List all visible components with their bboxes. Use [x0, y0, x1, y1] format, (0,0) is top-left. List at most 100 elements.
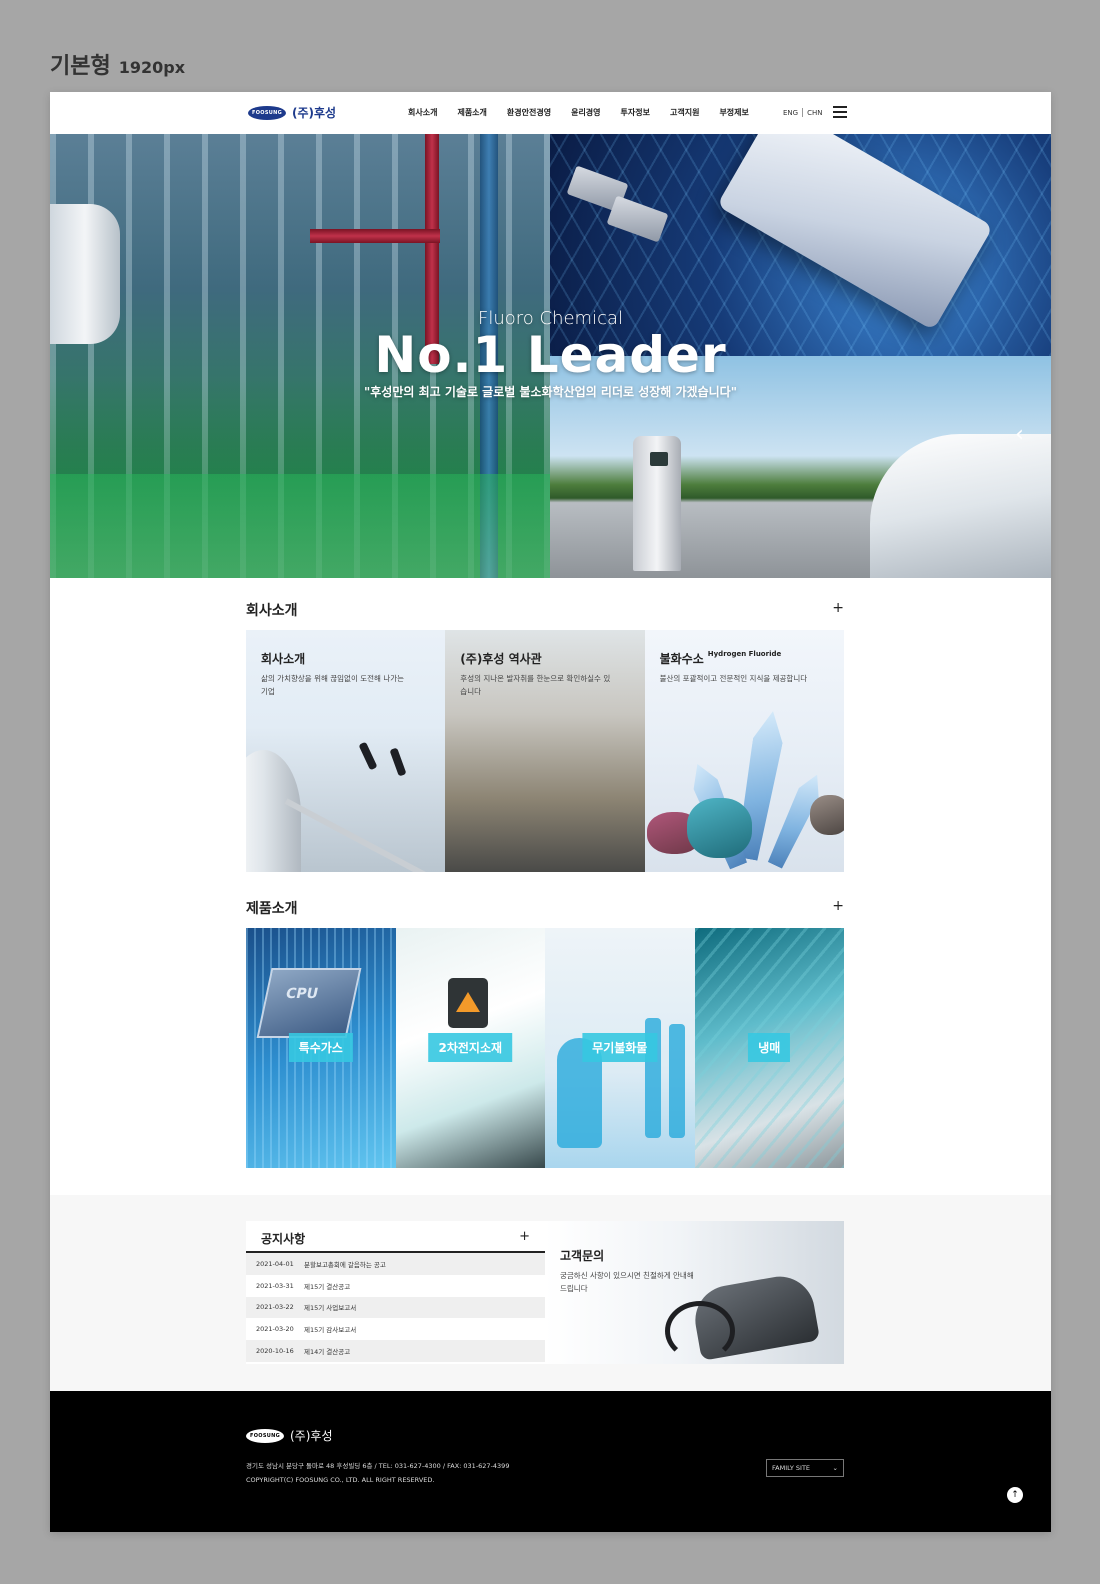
notice-text: 제15기 결산공고: [304, 1282, 351, 1291]
product-card-refrigerant[interactable]: 냉매: [694, 928, 844, 1168]
lang-divider: [802, 108, 804, 117]
notice-header: 공지사항 +: [246, 1221, 545, 1253]
canvas-label-size: 1920px: [118, 58, 186, 77]
family-site-label: FAMILY SITE: [772, 1464, 811, 1472]
card-title: 불화수소 Hydrogen Fluoride: [660, 650, 782, 667]
plus-icon[interactable]: +: [832, 600, 844, 616]
hero-description: "후성만의 최고 기술로 글로벌 불소화학산업의 리더로 성장해 가겠습니다": [364, 385, 737, 399]
site-header: FOOSUNG (주)후성 회사소개 제품소개 환경안전경영 윤리경영 투자정보…: [50, 92, 1051, 134]
card-title: (주)후성 역사관: [460, 652, 542, 666]
product-card-inorganic[interactable]: 무기불화물: [545, 928, 695, 1168]
product-label: 2차전지소재: [428, 1033, 513, 1062]
nav-item-report[interactable]: 부정제보: [719, 107, 748, 118]
footer-info: 경기도 성남시 분당구 돌마로 48 후성빌딩 6층 / TEL: 031-62…: [246, 1459, 509, 1487]
card-title-text: 불화수소: [659, 652, 704, 666]
nav-item-support[interactable]: 고객지원: [670, 107, 699, 118]
notice-text: 제15기 사업보고서: [304, 1304, 357, 1313]
notice-title: 공지사항: [261, 1232, 306, 1246]
hero-text: Fluoro Chemical No.1 Leader "후성만의 최고 기술로…: [50, 308, 1051, 400]
contact-title: 고객문의: [560, 1249, 605, 1263]
card-title: 회사소개: [261, 652, 306, 666]
hero-title: No.1 Leader: [374, 326, 727, 384]
page-frame: FOOSUNG (주)후성 회사소개 제품소개 환경안전경영 윤리경영 투자정보…: [50, 92, 1051, 1532]
main-nav: 회사소개 제품소개 환경안전경영 윤리경영 투자정보 고객지원 부정제보: [408, 107, 749, 118]
product-card-special-gas[interactable]: CPU 특수가스: [246, 928, 396, 1168]
notice-row[interactable]: 2020-10-16 제14기 결산공고: [246, 1340, 545, 1362]
about-card-hf[interactable]: 불화수소 Hydrogen Fluoride 불산의 포괄적이고 전문적인 지식을…: [644, 630, 844, 872]
product-card-battery[interactable]: 2차전지소재: [395, 928, 545, 1168]
ev-charger-screen: [650, 452, 668, 466]
notice-row[interactable]: 2021-04-01 분할보고총회에 갈음하는 공고: [246, 1253, 545, 1275]
product-label: 특수가스: [288, 1033, 353, 1062]
card-image-headset: [665, 1301, 735, 1361]
card-desc: 불산의 포괄적이고 전문적인 지식을 제공합니다: [659, 674, 808, 683]
site-logo[interactable]: FOOSUNG (주)후성: [248, 104, 336, 121]
plus-icon[interactable]: +: [832, 898, 844, 914]
card-image-cpu: CPU: [256, 968, 362, 1038]
about-cards: 회사소개 삶의 가치향상을 위해 끊임없이 도전해 나가는 기업 (주)후성 역…: [246, 630, 844, 872]
logo-text: (주)후성: [292, 106, 337, 120]
logo-mark: FOOSUNG: [246, 1428, 284, 1443]
nav-item-company[interactable]: 회사소개: [408, 107, 437, 118]
arrow-up-icon[interactable]: ↑: [1007, 1487, 1023, 1503]
logo-text: (주)후성: [290, 1429, 333, 1443]
card-image-rock: [686, 798, 752, 858]
language-switch: ENG CHN: [783, 108, 822, 117]
chevron-down-icon: ⌄: [832, 1464, 838, 1472]
site-footer: FOOSUNG (주)후성 경기도 성남시 분당구 돌마로 48 후성빌딩 6층…: [50, 1391, 1051, 1532]
notice-date: 2021-03-20: [256, 1325, 294, 1334]
card-image-tank: [246, 750, 301, 872]
notice-date: 2020-10-16: [256, 1347, 294, 1356]
notice-text: 제15기 감사보고서: [304, 1326, 357, 1335]
notice-text: 제14기 결산공고: [304, 1348, 351, 1357]
card-image-person: [358, 741, 378, 771]
card-image-person: [389, 747, 407, 777]
card-desc: 삶의 가치향상을 위해 끊임없이 도전해 나가는 기업: [261, 674, 405, 696]
section-title: 회사소개: [246, 603, 298, 619]
contact-card[interactable]: 고객문의 궁금하신 사항이 있으시면 친절하게 안내해드립니다: [545, 1221, 844, 1364]
card-image-bridge: [284, 798, 446, 872]
menu-icon[interactable]: [833, 106, 847, 118]
notice-board: 공지사항 + 2021-04-01 분할보고총회에 갈음하는 공고 2021-0…: [246, 1221, 545, 1364]
notice-list: 2021-04-01 분할보고총회에 갈음하는 공고 2021-03-31 제1…: [246, 1253, 545, 1362]
notice-date: 2021-03-22: [256, 1303, 294, 1312]
chevron-left-icon[interactable]: ‹: [1015, 422, 1024, 447]
product-label: 무기불화물: [582, 1033, 658, 1062]
product-cards: CPU 특수가스 2차전지소재 무기불화물 냉매: [246, 928, 844, 1168]
nav-item-investors[interactable]: 투자정보: [621, 107, 650, 118]
hero-pipe: [310, 229, 440, 243]
hero-floor: [50, 474, 550, 578]
plus-icon[interactable]: +: [519, 1229, 530, 1244]
about-card-history[interactable]: (주)후성 역사관 후성의 지나온 발자취를 한눈으로 확인하실수 있습니다: [445, 630, 645, 872]
contact-desc: 궁금하신 사항이 있으시면 친절하게 안내해드립니다: [560, 1271, 694, 1293]
notice-row[interactable]: 2021-03-31 제15기 결산공고: [246, 1275, 545, 1297]
family-site-select[interactable]: FAMILY SITE ⌄: [766, 1459, 844, 1477]
notice-row[interactable]: 2021-03-22 제15기 사업보고서: [246, 1296, 545, 1319]
notice-row[interactable]: 2021-03-20 제15기 감사보고서: [246, 1318, 545, 1340]
nav-item-products[interactable]: 제품소개: [457, 107, 486, 118]
card-image-rock: [809, 795, 844, 835]
logo-mark: FOOSUNG: [248, 105, 286, 120]
notice-date: 2021-03-31: [256, 1281, 294, 1290]
products-section-header: 제품소개 +: [246, 898, 844, 918]
about-section-header: 회사소개 +: [246, 600, 844, 620]
lang-eng[interactable]: ENG: [783, 109, 798, 117]
nav-item-safety[interactable]: 환경안전경영: [507, 107, 551, 118]
nav-item-ethics[interactable]: 윤리경영: [571, 107, 600, 118]
lang-chn[interactable]: CHN: [807, 109, 822, 117]
card-title-sub: Hydrogen Fluoride: [707, 650, 782, 658]
section-title: 제품소개: [246, 901, 298, 917]
notice-date: 2021-04-01: [256, 1259, 294, 1268]
hero-banner: ‹ Fluoro Chemical No.1 Leader "후성만의 최고 기…: [50, 134, 1051, 578]
product-label: 냉매: [748, 1033, 791, 1062]
card-desc: 후성의 지나온 발자취를 한눈으로 확인하실수 있습니다: [460, 674, 611, 696]
footer-address: 경기도 성남시 분당구 돌마로 48 후성빌딩 6층 / TEL: 031-62…: [246, 1462, 510, 1470]
cpu-text: CPU: [284, 986, 320, 1002]
canvas-label-title: 기본형: [50, 54, 111, 79]
footer-copyright: COPYRIGHT(C) FOOSUNG CO., LTD. ALL RIGHT…: [246, 1476, 435, 1484]
warning-icon: [455, 992, 480, 1012]
card-image-tube: [669, 1024, 685, 1138]
about-card-company[interactable]: 회사소개 삶의 가치향상을 위해 끊임없이 도전해 나가는 기업: [246, 630, 446, 872]
footer-logo: FOOSUNG (주)후성: [246, 1427, 332, 1444]
notice-text: 분할보고총회에 갈음하는 공고: [304, 1260, 386, 1269]
